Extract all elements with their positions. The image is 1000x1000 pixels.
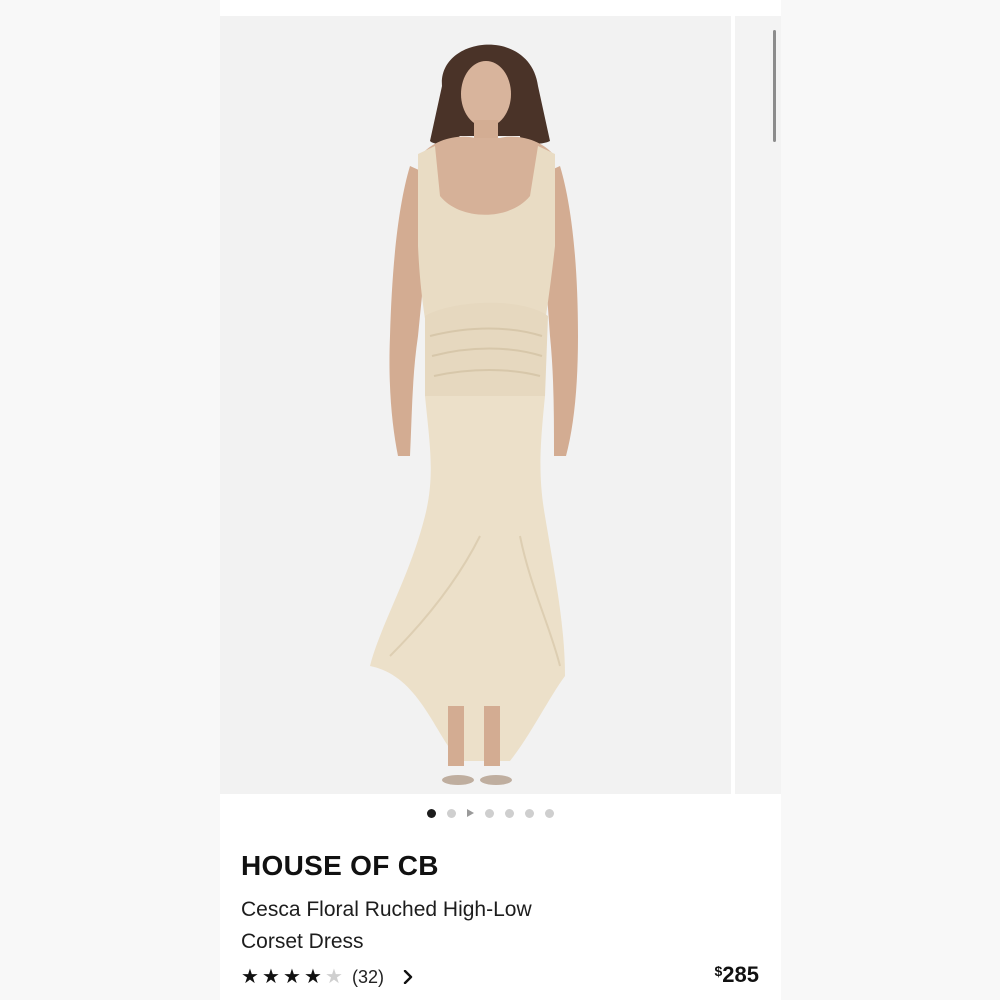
gallery-dot-6[interactable] (545, 808, 554, 818)
product-page: HOUSE OF CB Cesca Floral Ruched High-Low… (220, 0, 781, 1000)
star-empty-icon: ★ (325, 966, 343, 988)
model-illustration (370, 44, 578, 785)
top-bar (220, 0, 781, 16)
price-currency: $ (714, 963, 723, 979)
gallery-dot-1[interactable] (427, 808, 436, 818)
star-icon: ★ (304, 966, 322, 988)
gallery-dot-4[interactable] (505, 808, 514, 818)
gallery-pagination[interactable] (220, 806, 781, 820)
rating-row[interactable]: ★ ★ ★ ★ ★ (32) (241, 964, 420, 990)
gallery-dot-5[interactable] (525, 808, 534, 818)
star-icon: ★ (241, 966, 259, 988)
price: $285 (714, 962, 759, 988)
price-amount: 285 (722, 962, 759, 987)
product-image[interactable] (220, 16, 731, 794)
gallery-dot-2[interactable] (447, 808, 456, 818)
scrollbar-thumb[interactable] (773, 30, 776, 142)
gallery-dot-3[interactable] (485, 808, 494, 818)
star-icon: ★ (283, 966, 301, 988)
play-icon[interactable] (467, 809, 474, 817)
review-count[interactable]: (32) (352, 967, 384, 988)
star-icon: ★ (262, 966, 280, 988)
right-background (781, 0, 1000, 1000)
left-background (0, 0, 220, 1000)
brand-name[interactable]: HOUSE OF CB (241, 850, 439, 882)
product-title: Cesca Floral Ruched High-Low Corset Dres… (241, 898, 532, 953)
chevron-right-icon[interactable] (402, 968, 420, 986)
